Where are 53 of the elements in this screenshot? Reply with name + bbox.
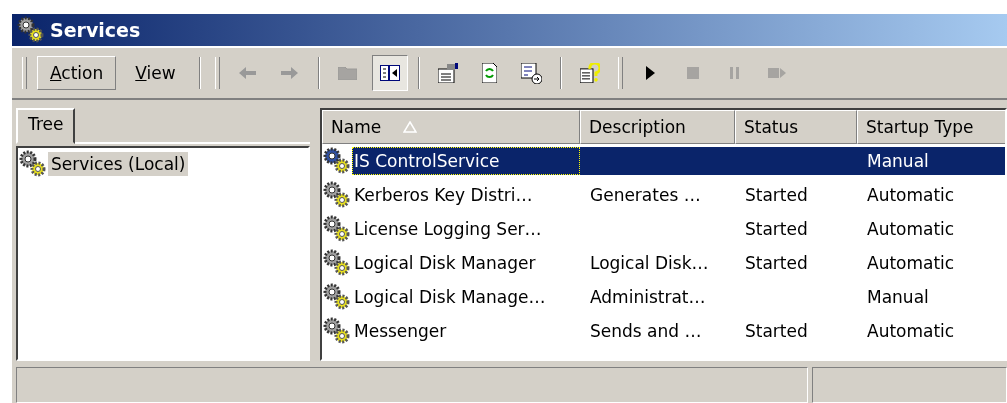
refresh-icon xyxy=(482,63,498,83)
table-row[interactable]: Logical Disk Manage… Administrat… Manual xyxy=(322,280,1005,314)
help-icon xyxy=(579,63,600,83)
name-cell-text: Logical Disk Manager xyxy=(353,252,537,275)
startup-cell-text: Manual xyxy=(866,286,930,309)
menu-item[interactable]: Action xyxy=(37,56,117,90)
window-title: Services xyxy=(50,19,141,41)
tab[interactable]: Tree xyxy=(16,108,76,144)
forward-arrow-icon xyxy=(281,67,299,79)
table-row[interactable]: IS ControlService Manual xyxy=(322,144,1005,178)
column-label: Status xyxy=(744,117,799,137)
description-cell-text: Sends and … xyxy=(589,320,703,343)
description-cell-text: Generates … xyxy=(589,184,702,207)
menu-item[interactable]: View xyxy=(122,56,189,90)
gears-icon xyxy=(16,16,46,44)
stop-icon xyxy=(686,67,699,79)
tree-button[interactable] xyxy=(371,55,408,91)
startup-cell-text: Automatic xyxy=(866,184,956,207)
restart-icon xyxy=(767,68,786,78)
name-cell: IS ControlService xyxy=(352,147,580,175)
name-cell-text: Messenger xyxy=(353,320,448,343)
table-row[interactable]: Kerberos Key Distri… Generates … Started Automatic xyxy=(322,178,1005,212)
export-list-icon xyxy=(521,62,543,84)
tree-item[interactable]: Services (Local) xyxy=(48,152,189,176)
status-cell-text: Started xyxy=(744,252,809,275)
back-arrow-icon xyxy=(239,67,257,79)
column-header[interactable]: Name xyxy=(322,110,580,144)
status-cell-text: Started xyxy=(744,218,809,241)
table-row[interactable]: License Logging Ser… Started Automatic xyxy=(322,212,1005,246)
column-header[interactable]: Description xyxy=(580,110,735,144)
startup-cell: Manual xyxy=(857,147,1005,175)
startup-cell-text: Automatic xyxy=(866,320,956,343)
table-row[interactable]: Messenger Sends and … Started Automatic xyxy=(322,314,1005,348)
column-label: Description xyxy=(589,117,686,137)
startup-cell-text: Automatic xyxy=(866,218,956,241)
table-row[interactable]: Logical Disk Manager Logical Disk… Started Automatic xyxy=(322,246,1005,280)
status-cell-text: Started xyxy=(744,184,809,207)
status-cell-text: Started xyxy=(744,320,809,343)
column-header[interactable]: Status xyxy=(735,110,857,144)
name-cell-text: License Logging Ser… xyxy=(353,218,543,241)
column-label: Name xyxy=(331,117,382,137)
column-header[interactable]: Startup Type xyxy=(857,110,1005,144)
pause-icon xyxy=(730,67,740,79)
folder-icon xyxy=(338,66,358,80)
name-cell-text: Kerberos Key Distri… xyxy=(353,184,534,207)
startup-cell-text: Automatic xyxy=(866,252,956,275)
description-cell-text: Administrat… xyxy=(589,286,707,309)
description-cell-text: Logical Disk… xyxy=(589,252,710,275)
name-cell-text: Logical Disk Manage… xyxy=(353,286,547,309)
properties-icon xyxy=(437,63,458,83)
play-icon xyxy=(646,66,656,80)
panel-icon xyxy=(379,65,400,81)
column-label: Startup Type xyxy=(866,117,974,137)
